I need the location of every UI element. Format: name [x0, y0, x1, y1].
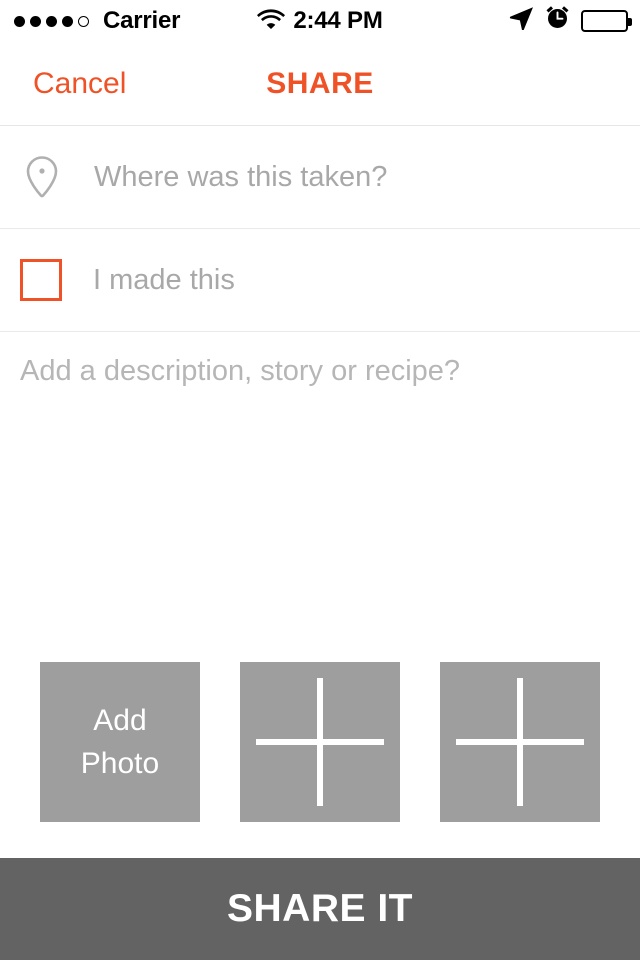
page-title: SHARE [266, 66, 374, 100]
battery-icon [581, 10, 632, 32]
signal-dot [14, 15, 25, 27]
made-this-label: I made this [93, 263, 235, 296]
wifi-icon [257, 7, 286, 36]
navigation-bar: Cancel SHARE [0, 42, 640, 126]
location-input[interactable]: Where was this taken? [94, 161, 387, 194]
signal-dot [30, 15, 41, 27]
alarm-clock-icon [545, 5, 570, 37]
signal-dot-empty [78, 15, 89, 27]
made-this-row[interactable]: I made this [0, 229, 640, 332]
plus-icon [456, 678, 584, 806]
share-photo-screen: Carrier 2:44 PM Cancel SHARE Where was t… [0, 0, 640, 960]
add-photo-tile-3[interactable] [440, 662, 600, 822]
clock-time: 2:44 PM [293, 7, 383, 34]
status-bar-left: Carrier [14, 7, 181, 35]
signal-strength-dots [14, 15, 89, 27]
status-bar-right [509, 5, 632, 37]
add-photo-tile-2[interactable] [240, 662, 400, 822]
plus-icon [256, 678, 384, 806]
add-photo-tile[interactable]: Add Photo [40, 662, 200, 822]
carrier-label: Carrier [103, 7, 181, 34]
status-bar: Carrier 2:44 PM [0, 0, 640, 42]
description-field[interactable]: Add a description, story or recipe? [0, 332, 640, 388]
photo-picker-strip: Add Photo [0, 661, 640, 823]
share-it-label: SHARE IT [226, 887, 413, 930]
signal-dot [46, 15, 57, 27]
made-this-checkbox[interactable] [20, 259, 62, 301]
signal-dot [62, 15, 73, 27]
description-input[interactable]: Add a description, story or recipe? [20, 355, 620, 388]
location-arrow-icon [509, 5, 534, 37]
add-photo-label: Add Photo [80, 703, 160, 781]
share-it-button[interactable]: SHARE IT [0, 858, 640, 960]
location-field-row[interactable]: Where was this taken? [0, 126, 640, 229]
map-pin-icon [22, 154, 62, 200]
